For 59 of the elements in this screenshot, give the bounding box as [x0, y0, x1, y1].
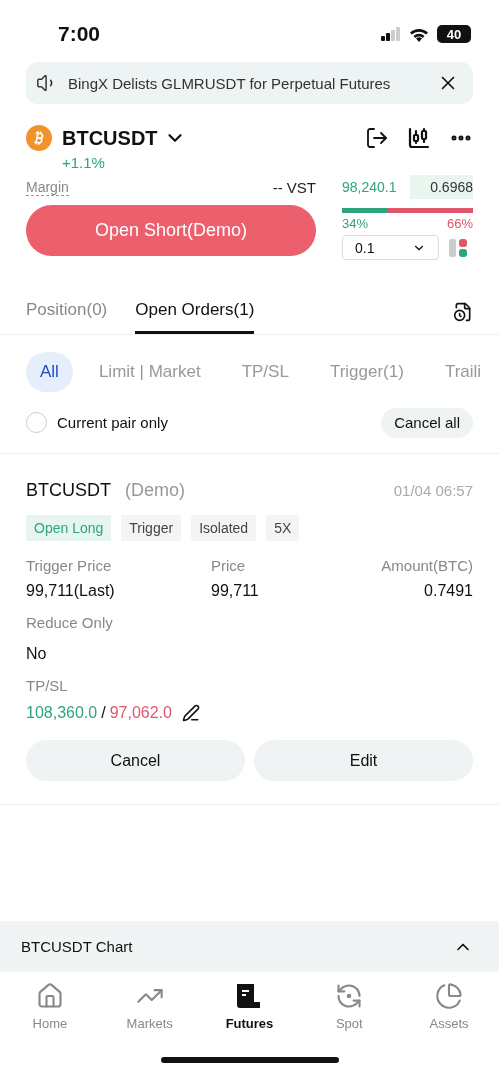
- sell-percent: 66%: [446, 216, 473, 231]
- field-value: 99,711(Last): [26, 582, 115, 600]
- symbol-name[interactable]: BTCUSDT: [62, 126, 158, 150]
- field-label: Amount(BTC): [381, 557, 473, 574]
- field-label: Reduce Only: [26, 614, 114, 631]
- current-pair-label: Current pair only: [57, 414, 168, 431]
- battery-level: 40: [437, 25, 471, 43]
- order-time: 01/04 06:57: [393, 482, 473, 499]
- book-price: 98,240.1: [342, 179, 397, 195]
- order-tag: Open Long: [26, 515, 112, 541]
- nav-item[interactable]: Markets: [99, 972, 200, 1040]
- tab[interactable]: Open Orders(1): [135, 300, 255, 334]
- pie-chart-icon: [435, 981, 464, 1010]
- announcement-text: BingX Delists GLMRUSDT for Perpetual Futures: [68, 74, 392, 92]
- nav-item[interactable]: Spot: [299, 972, 400, 1040]
- announcement-banner[interactable]: BingX Delists GLMRUSDT for Perpetual Futures: [26, 62, 473, 104]
- order-tag: Trigger: [121, 515, 182, 541]
- filter-chip[interactable]: All: [26, 352, 73, 392]
- price-change: +1.1%: [62, 154, 105, 171]
- stop-loss-value: 97,062.0: [109, 704, 172, 722]
- cancel-button[interactable]: Cancel: [26, 740, 245, 781]
- field-value: 0.7491: [424, 582, 473, 600]
- field-label: Price: [211, 557, 246, 574]
- book-amount: 0.6968: [410, 175, 473, 199]
- separator-text: /: [101, 704, 106, 722]
- field-value: 99,711: [211, 582, 259, 600]
- field-label: Trigger Price: [26, 557, 112, 574]
- status-time: 7:00: [58, 22, 101, 46]
- radio-button[interactable]: [26, 412, 47, 433]
- precision-select[interactable]: 0.1: [342, 235, 439, 260]
- field-value: No: [26, 645, 48, 663]
- signal-icon: [381, 27, 401, 41]
- tab[interactable]: Position(0): [26, 300, 108, 334]
- margin-value: -- VST: [272, 178, 316, 196]
- buy-percent: 34%: [342, 216, 369, 231]
- nav-item[interactable]: Assets: [399, 972, 499, 1040]
- order-symbol: BTCUSDT: [26, 480, 111, 501]
- exchange-icon: [335, 981, 364, 1010]
- exit-icon[interactable]: [365, 126, 389, 150]
- chart-label: BTCUSDT Chart: [21, 938, 133, 955]
- open-short-button[interactable]: Open Short(Demo): [26, 205, 316, 256]
- cancel-all-button[interactable]: Cancel all: [381, 407, 473, 438]
- nav-item[interactable]: Home: [0, 972, 100, 1040]
- history-icon[interactable]: [453, 302, 473, 322]
- order-tag: Isolated: [191, 515, 257, 541]
- margin-label: Margin: [26, 178, 69, 196]
- edit-icon[interactable]: [181, 704, 200, 722]
- wifi-icon: [409, 26, 429, 42]
- candlestick-icon[interactable]: [407, 126, 431, 150]
- layout-icon[interactable]: [449, 237, 469, 258]
- take-profit-value: 108,360.0: [26, 704, 98, 722]
- nav-item[interactable]: Futures: [199, 972, 300, 1040]
- edit-button[interactable]: Edit: [254, 740, 473, 781]
- chart-bar[interactable]: BTCUSDT Chart: [0, 921, 499, 972]
- home-icon: [35, 981, 64, 1010]
- order-tag: 5X: [266, 515, 300, 541]
- field-label: TP/SL: [26, 677, 69, 694]
- bitcoin-icon: [26, 125, 52, 151]
- order-mode: (Demo): [125, 480, 185, 501]
